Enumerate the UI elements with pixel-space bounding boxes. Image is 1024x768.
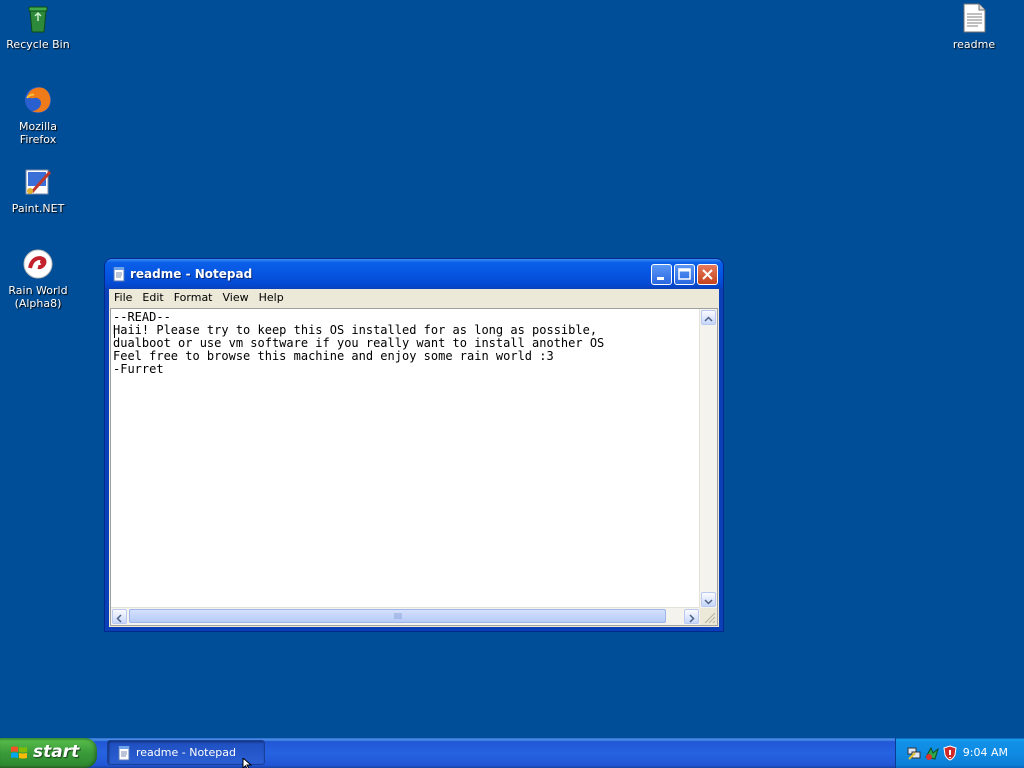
scroll-right-button[interactable]: [684, 609, 699, 624]
clock[interactable]: 9:04 AM: [963, 746, 1008, 759]
desktop-icon-firefox[interactable]: Mozilla Firefox: [0, 84, 76, 146]
scroll-up-button[interactable]: [701, 310, 716, 325]
rain-world-icon: [23, 249, 53, 279]
menu-format[interactable]: Format: [169, 289, 218, 305]
desktop-icon-label: readme: [952, 38, 996, 51]
chevron-left-icon: [116, 614, 122, 623]
recycle-bin-icon: [28, 6, 48, 33]
mouse-cursor-icon: [242, 758, 253, 768]
notepad-icon: [118, 746, 130, 761]
close-icon: [702, 269, 713, 280]
maximize-button[interactable]: [674, 264, 695, 285]
menu-file[interactable]: File: [109, 289, 137, 305]
title-bar[interactable]: readme - Notepad: [105, 259, 723, 289]
taskbar-item-label: readme - Notepad: [136, 746, 236, 759]
firefox-icon: [25, 87, 51, 113]
resize-grip-icon: [704, 612, 716, 624]
resize-grip[interactable]: [700, 608, 717, 625]
minimize-icon: [657, 277, 664, 280]
close-button[interactable]: [697, 264, 718, 285]
paint-net-icon: [25, 169, 52, 195]
menu-bar: File Edit Format View Help: [109, 289, 719, 307]
notepad-icon: [113, 267, 125, 282]
maximize-icon: [678, 268, 691, 280]
start-label: start: [33, 742, 80, 762]
desktop-icon-readme[interactable]: readme: [936, 2, 1012, 51]
grip-icon: [394, 613, 401, 619]
text-caret: [114, 325, 115, 338]
desktop-icon-recycle-bin[interactable]: Recycle Bin: [0, 2, 76, 51]
menu-help[interactable]: Help: [254, 289, 289, 305]
menu-edit[interactable]: Edit: [137, 289, 168, 305]
chevron-right-icon: [689, 614, 695, 623]
vertical-scrollbar[interactable]: [699, 309, 717, 608]
window-title: readme - Notepad: [130, 267, 253, 281]
text-file-icon: [963, 3, 986, 33]
document-text[interactable]: --READ-- Haii! Please try to keep this O…: [113, 311, 697, 605]
start-button[interactable]: start: [0, 738, 97, 768]
desktop-icon-label: Paint.NET: [11, 202, 65, 215]
desktop-icon-rain-world[interactable]: Rain World (Alpha8): [0, 248, 76, 310]
minimize-button[interactable]: [651, 264, 672, 285]
desktop-icon-label: Mozilla Firefox: [19, 120, 57, 146]
security-icon[interactable]: [924, 745, 940, 761]
horizontal-scrollbar[interactable]: [111, 607, 700, 625]
chevron-down-icon: [704, 599, 713, 605]
network-icon[interactable]: [906, 745, 922, 761]
desktop-icon-label: Rain World (Alpha8): [8, 284, 68, 310]
scroll-down-button[interactable]: [701, 592, 716, 607]
system-tray: 9:04 AM: [895, 738, 1024, 768]
shield-alert-icon[interactable]: [942, 745, 958, 761]
desktop-icon-label: Recycle Bin: [6, 38, 70, 51]
horizontal-scroll-thumb[interactable]: [129, 609, 666, 623]
scroll-left-button[interactable]: [112, 609, 127, 624]
windows-logo-icon: [11, 746, 27, 759]
notepad-window[interactable]: readme - Notepad File Edit Format View Help …: [105, 259, 723, 631]
text-editor[interactable]: --READ-- Haii! Please try to keep this O…: [110, 308, 718, 626]
menu-view[interactable]: View: [218, 289, 254, 305]
window-body: File Edit Format View Help --READ-- Haii! Pl…: [109, 289, 719, 627]
taskbar: start readme - Notepad 9:04 AM: [0, 738, 1024, 768]
chevron-up-icon: [704, 316, 713, 322]
desktop-icon-paint-net[interactable]: Paint.NET: [0, 166, 76, 215]
